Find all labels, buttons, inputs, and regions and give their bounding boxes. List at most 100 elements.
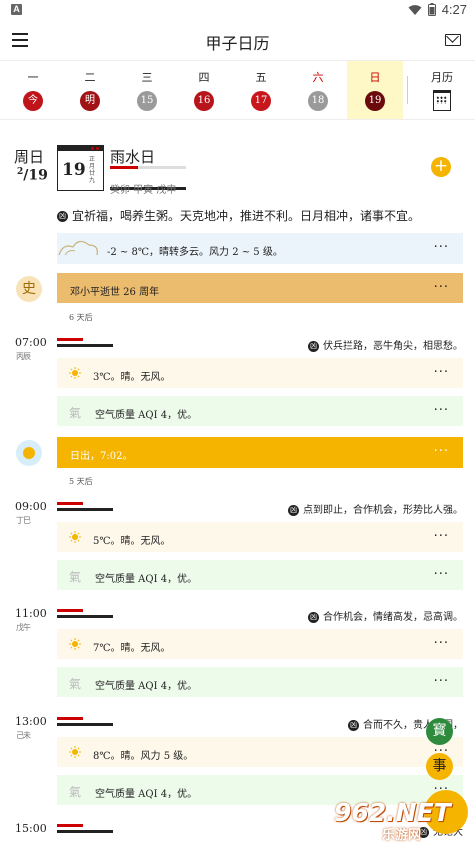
slot-underline (57, 609, 113, 618)
slot-weather-text: 7℃。晴。无风。 (93, 643, 171, 654)
more-icon[interactable]: ··· (434, 529, 449, 544)
air-quality-icon: 氣 (69, 677, 82, 691)
slot-time: 09:00 (15, 500, 47, 513)
slot-underline (57, 717, 113, 726)
slot-time: 13:00 (15, 715, 47, 728)
divider (407, 76, 408, 104)
slot-air-card[interactable]: 氣 空气质量 AQI 4，优。 ··· (57, 396, 463, 426)
week-day-0[interactable]: 一今 (5, 61, 61, 119)
sunrise-note: 5 天后 (69, 477, 93, 486)
month-calendar-button[interactable]: 月历 (414, 61, 470, 119)
sun-icon (69, 367, 81, 379)
week-day-6[interactable]: 日 19 (347, 61, 403, 119)
history-card[interactable]: 邓小平逝世 26 周年 ··· (57, 273, 463, 303)
day-number-badge: 今 (23, 91, 43, 111)
slot-weather-text: 3℃。晴。无风。 (93, 372, 171, 383)
slot-air-card[interactable]: 氣 空气质量 AQI 4，优。 ··· (57, 560, 463, 590)
lunar-date-vertical: 正月廿九 (89, 156, 96, 184)
mail-icon[interactable] (445, 34, 461, 46)
week-day-3[interactable]: 四 16 (176, 61, 232, 119)
slot-time: 07:00 (15, 336, 47, 349)
watermark-logo: 962.NET 乐游网 (334, 796, 472, 843)
page-title: 甲子日历 (205, 34, 270, 53)
add-button[interactable]: + (431, 157, 451, 177)
more-icon[interactable]: ··· (434, 674, 449, 689)
more-icon[interactable]: ··· (434, 240, 449, 255)
slot-underline (57, 502, 113, 511)
slot-zodiac: 己未 (16, 731, 31, 740)
watermark-text: 乐游网 (382, 828, 422, 843)
month-calendar-label: 月历 (431, 71, 453, 84)
day-title: 雨水日 (110, 148, 156, 166)
notification-icon: A (11, 4, 22, 15)
events-button[interactable]: 事 (426, 753, 453, 780)
week-day-4[interactable]: 五 17 (233, 61, 289, 119)
slot-fortune: 凶点到即止，合作机会，形势比人强。 (288, 505, 463, 516)
clock: 4:27 (441, 2, 467, 17)
calendar-page-icon: 19 正月廿九 (57, 145, 104, 191)
slot-zodiac: 戊午 (16, 623, 31, 632)
slot-weather-card[interactable]: 8℃。晴。风力 5 级。 ··· (57, 737, 463, 767)
day-weather-card[interactable]: -2 ~ 8℃，晴转多云。风力 2 ~ 5 级。 ··· (57, 233, 463, 264)
battery-icon (427, 3, 436, 16)
slot-weather-card[interactable]: 7℃。晴。无风。 ··· (57, 629, 463, 659)
more-icon[interactable]: ··· (434, 444, 449, 459)
calendar-page-number: 19 (62, 160, 86, 180)
weekday-label: 一 (27, 71, 39, 84)
day-advice: 凶宜祈福，喝养生粥。天克地冲，推进不利。日月相冲，诸事不宜。 (57, 209, 421, 223)
ji-badge-icon: 凶 (288, 505, 299, 516)
history-note: 6 天后 (69, 313, 93, 322)
day-number-badge: 15 (137, 91, 157, 111)
day-number-badge: 明 (80, 91, 100, 111)
ji-badge-icon: 凶 (308, 612, 319, 623)
status-bar: A 4:27 (0, 0, 475, 20)
wifi-icon (408, 4, 422, 15)
slot-weather-card[interactable]: 3℃。晴。无风。 ··· (57, 358, 463, 388)
slot-underline (57, 338, 113, 347)
sun-icon (69, 531, 81, 543)
air-quality-icon: 氣 (69, 406, 82, 420)
slot-underline (57, 824, 113, 833)
sun-icon (69, 746, 81, 758)
week-day-5[interactable]: 六 18 (290, 61, 346, 119)
weekday-label: 日 (369, 71, 381, 84)
weekday-label: 五 (255, 71, 267, 84)
slot-air-card[interactable]: 氣 空气质量 AQI 4，优。 ··· (57, 667, 463, 697)
day-number-badge: 18 (308, 91, 328, 111)
treasure-button[interactable]: 寳 (426, 718, 453, 745)
slot-air-text: 空气质量 AQI 4，优。 (95, 410, 198, 421)
weekday-label: 三 (141, 71, 153, 84)
slot-time: 11:00 (15, 607, 47, 620)
weekday-label: 二 (84, 71, 96, 84)
week-strip: 一今二明三 15 四 16 五 17 六 18 日 19 月历 (0, 60, 475, 120)
sunrise-card[interactable]: 日出，7:02。 ··· (57, 437, 463, 468)
cloud-icon (58, 240, 98, 256)
sun-icon (69, 638, 81, 650)
more-icon[interactable]: ··· (434, 403, 449, 418)
week-day-2[interactable]: 三 15 (119, 61, 175, 119)
slot-weather-card[interactable]: 5℃。晴。无风。 ··· (57, 522, 463, 552)
slot-air-text: 空气质量 AQI 4，优。 (95, 681, 198, 692)
more-icon[interactable]: ··· (434, 636, 449, 651)
slot-fortune: 凶伏兵拦路，恶牛角尖，相思愁。 (308, 341, 463, 352)
slot-time: 15:00 (15, 822, 47, 835)
app-header: 甲子日历 (0, 22, 475, 58)
slot-weather-text: 8℃。晴。风力 5 级。 (93, 751, 194, 762)
week-day-1[interactable]: 二明 (62, 61, 118, 119)
calendar-icon (433, 90, 451, 111)
slot-zodiac: 丙辰 (16, 352, 31, 361)
day-weather-text: -2 ~ 8℃，晴转多云。风力 2 ~ 5 级。 (107, 247, 283, 258)
more-icon[interactable]: ··· (434, 280, 449, 295)
more-icon[interactable]: ··· (434, 567, 449, 582)
watermark-number: 962.NET (334, 798, 451, 827)
ji-badge-icon: 凶 (308, 341, 319, 352)
more-icon[interactable]: ··· (434, 365, 449, 380)
ganzhi-label: 癸卯 甲寅 戊申 (110, 185, 177, 196)
ji-badge-icon: 凶 (348, 720, 359, 731)
slot-zodiac: 丁巳 (16, 516, 31, 525)
day-number-badge: 16 (194, 91, 214, 111)
date-label: 2/19 (17, 167, 48, 184)
air-quality-icon: 氣 (69, 785, 82, 799)
day-number-badge: 19 (365, 91, 385, 111)
air-quality-icon: 氣 (69, 570, 82, 584)
